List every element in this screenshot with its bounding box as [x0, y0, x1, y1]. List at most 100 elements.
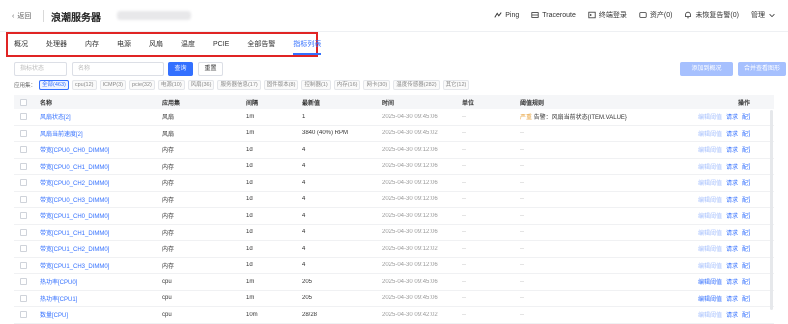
config-link[interactable]: 配置: [742, 115, 750, 121]
request-link[interactable]: 请求: [726, 165, 738, 171]
config-link[interactable]: 配置: [742, 181, 750, 187]
row-checkbox[interactable]: [20, 195, 27, 203]
edit-threshold-link[interactable]: 编辑阈值: [698, 264, 722, 270]
request-link[interactable]: 请求: [726, 148, 738, 154]
request-link[interactable]: 请求: [726, 313, 738, 319]
row-checkbox[interactable]: [20, 162, 27, 170]
request-link[interactable]: 请求: [726, 115, 738, 121]
metric-name-link[interactable]: 带宽[CPU1_CH0_DIMM0]: [40, 211, 130, 220]
category-chip[interactable]: pcie(32): [129, 80, 155, 90]
tab-all-alarms[interactable]: 全部告警: [238, 39, 284, 50]
category-chip[interactable]: 电源(10): [157, 80, 185, 90]
edit-threshold-link[interactable]: 编辑阈值: [698, 165, 722, 171]
select-all-checkbox[interactable]: [20, 98, 27, 106]
tab-memory[interactable]: 内存: [76, 39, 108, 50]
metric-name-link[interactable]: 数量[CPU]: [40, 310, 130, 319]
ping-button[interactable]: Ping: [494, 11, 519, 19]
tab-power[interactable]: 电源: [108, 39, 140, 50]
back-button[interactable]: ‹ 返回: [12, 11, 31, 21]
category-chip[interactable]: 内存(16): [333, 80, 361, 90]
query-button[interactable]: 查询: [168, 62, 193, 76]
request-link[interactable]: 请求: [726, 231, 738, 237]
edit-threshold-link[interactable]: 编辑阈值: [698, 132, 722, 138]
edit-threshold-link[interactable]: 编辑阈值: [698, 181, 722, 187]
table-scrollbar[interactable]: [770, 110, 773, 310]
status-select[interactable]: 指标状态: [14, 62, 67, 76]
category-chip[interactable]: ICMP(3): [99, 80, 126, 90]
config-link[interactable]: 配置: [742, 264, 750, 270]
config-link[interactable]: 配置: [742, 297, 750, 303]
unrecovered-alarm-button[interactable]: 未恢复告警(0): [684, 10, 739, 20]
config-link[interactable]: 配置: [742, 247, 750, 253]
reset-button[interactable]: 重置: [198, 62, 223, 76]
category-chip[interactable]: 控制器(1): [301, 80, 331, 90]
config-link[interactable]: 配置: [742, 214, 750, 220]
config-link[interactable]: 配置: [742, 132, 750, 138]
category-chip[interactable]: 温度传感器(282): [393, 80, 440, 90]
row-checkbox[interactable]: [20, 228, 27, 236]
config-link[interactable]: 配置: [742, 231, 750, 237]
edit-threshold-link[interactable]: 编辑阈值: [698, 231, 722, 237]
config-link[interactable]: 配置: [742, 198, 750, 204]
metric-name-link[interactable]: 带宽[CPU0_CH2_DIMM0]: [40, 178, 130, 187]
edit-threshold-link[interactable]: 编辑阈值: [698, 214, 722, 220]
request-link[interactable]: 请求: [726, 132, 738, 138]
edit-threshold-link[interactable]: 编辑阈值: [698, 313, 722, 319]
request-link[interactable]: 请求: [726, 198, 738, 204]
metric-name-link[interactable]: 热功率[CPU1]: [40, 294, 130, 303]
row-checkbox[interactable]: [20, 129, 27, 137]
row-checkbox[interactable]: [20, 212, 27, 220]
metric-name-link[interactable]: 风扇当前速度[2]: [40, 129, 130, 138]
edit-threshold-link[interactable]: 编辑阈值: [698, 148, 722, 154]
row-checkbox[interactable]: [20, 261, 27, 269]
add-to-overview-button[interactable]: 添加到概况: [680, 62, 733, 76]
config-link[interactable]: 配置: [742, 313, 750, 319]
manage-dropdown[interactable]: 管理: [751, 10, 776, 20]
row-checkbox[interactable]: [20, 146, 27, 154]
row-checkbox[interactable]: [20, 245, 27, 253]
metric-name-link[interactable]: 风扇状态[2]: [40, 112, 130, 121]
metric-name-link[interactable]: 带宽[CPU0_CH1_DIMM0]: [40, 162, 130, 171]
metric-name-link[interactable]: 带宽[CPU1_CH1_DIMM0]: [40, 228, 130, 237]
tab-metric-list[interactable]: 指标列表: [284, 39, 330, 55]
category-chip[interactable]: 固件版本(8): [263, 80, 299, 90]
traceroute-button[interactable]: Traceroute: [531, 11, 576, 19]
edit-threshold-link[interactable]: 编辑阈值: [698, 198, 722, 204]
col-name[interactable]: 名称: [40, 98, 130, 107]
metric-name-link[interactable]: 带宽[CPU0_CH3_DIMM0]: [40, 195, 130, 204]
row-checkbox[interactable]: [20, 294, 27, 302]
edit-threshold-link[interactable]: 编辑阈值: [698, 115, 722, 121]
tab-fan[interactable]: 风扇: [140, 39, 172, 50]
category-chip[interactable]: cpu(12): [71, 80, 97, 90]
category-chip[interactable]: 网卡(30): [363, 80, 391, 90]
request-link[interactable]: 请求: [726, 247, 738, 253]
category-chip[interactable]: 其它(12): [442, 80, 470, 90]
edit-threshold-link[interactable]: 编辑阈值: [698, 297, 722, 303]
request-link[interactable]: 请求: [726, 264, 738, 270]
category-chip[interactable]: 风扇(36): [187, 80, 215, 90]
tab-pcie[interactable]: PCIE: [204, 39, 238, 50]
merge-view-chart-button[interactable]: 合并查看图形: [738, 62, 786, 76]
request-link[interactable]: 请求: [726, 214, 738, 220]
asset-button[interactable]: 资产(0): [639, 10, 672, 20]
category-chip-all[interactable]: 全部(463): [39, 80, 69, 90]
config-link[interactable]: 配置: [742, 280, 750, 286]
name-input[interactable]: 名称: [72, 62, 164, 76]
category-chip[interactable]: 服务器信息(17): [217, 80, 261, 90]
terminal-login-button[interactable]: 终端登录: [588, 10, 627, 20]
metric-name-link[interactable]: 带宽[CPU1_CH3_DIMM0]: [40, 261, 130, 270]
request-link[interactable]: 请求: [726, 280, 738, 286]
row-checkbox[interactable]: [20, 113, 27, 121]
row-checkbox[interactable]: [20, 278, 27, 286]
request-link[interactable]: 请求: [726, 297, 738, 303]
row-checkbox[interactable]: [20, 311, 27, 319]
tab-overview[interactable]: 概况: [14, 39, 37, 50]
tab-temperature[interactable]: 温度: [172, 39, 204, 50]
config-link[interactable]: 配置: [742, 165, 750, 171]
metric-name-link[interactable]: 带宽[CPU0_CH0_DIMM0]: [40, 145, 130, 154]
edit-threshold-link[interactable]: 编辑阈值: [698, 280, 722, 286]
edit-threshold-link[interactable]: 编辑阈值: [698, 247, 722, 253]
config-link[interactable]: 配置: [742, 148, 750, 154]
request-link[interactable]: 请求: [726, 181, 738, 187]
metric-name-link[interactable]: 热功率[CPU0]: [40, 277, 130, 286]
